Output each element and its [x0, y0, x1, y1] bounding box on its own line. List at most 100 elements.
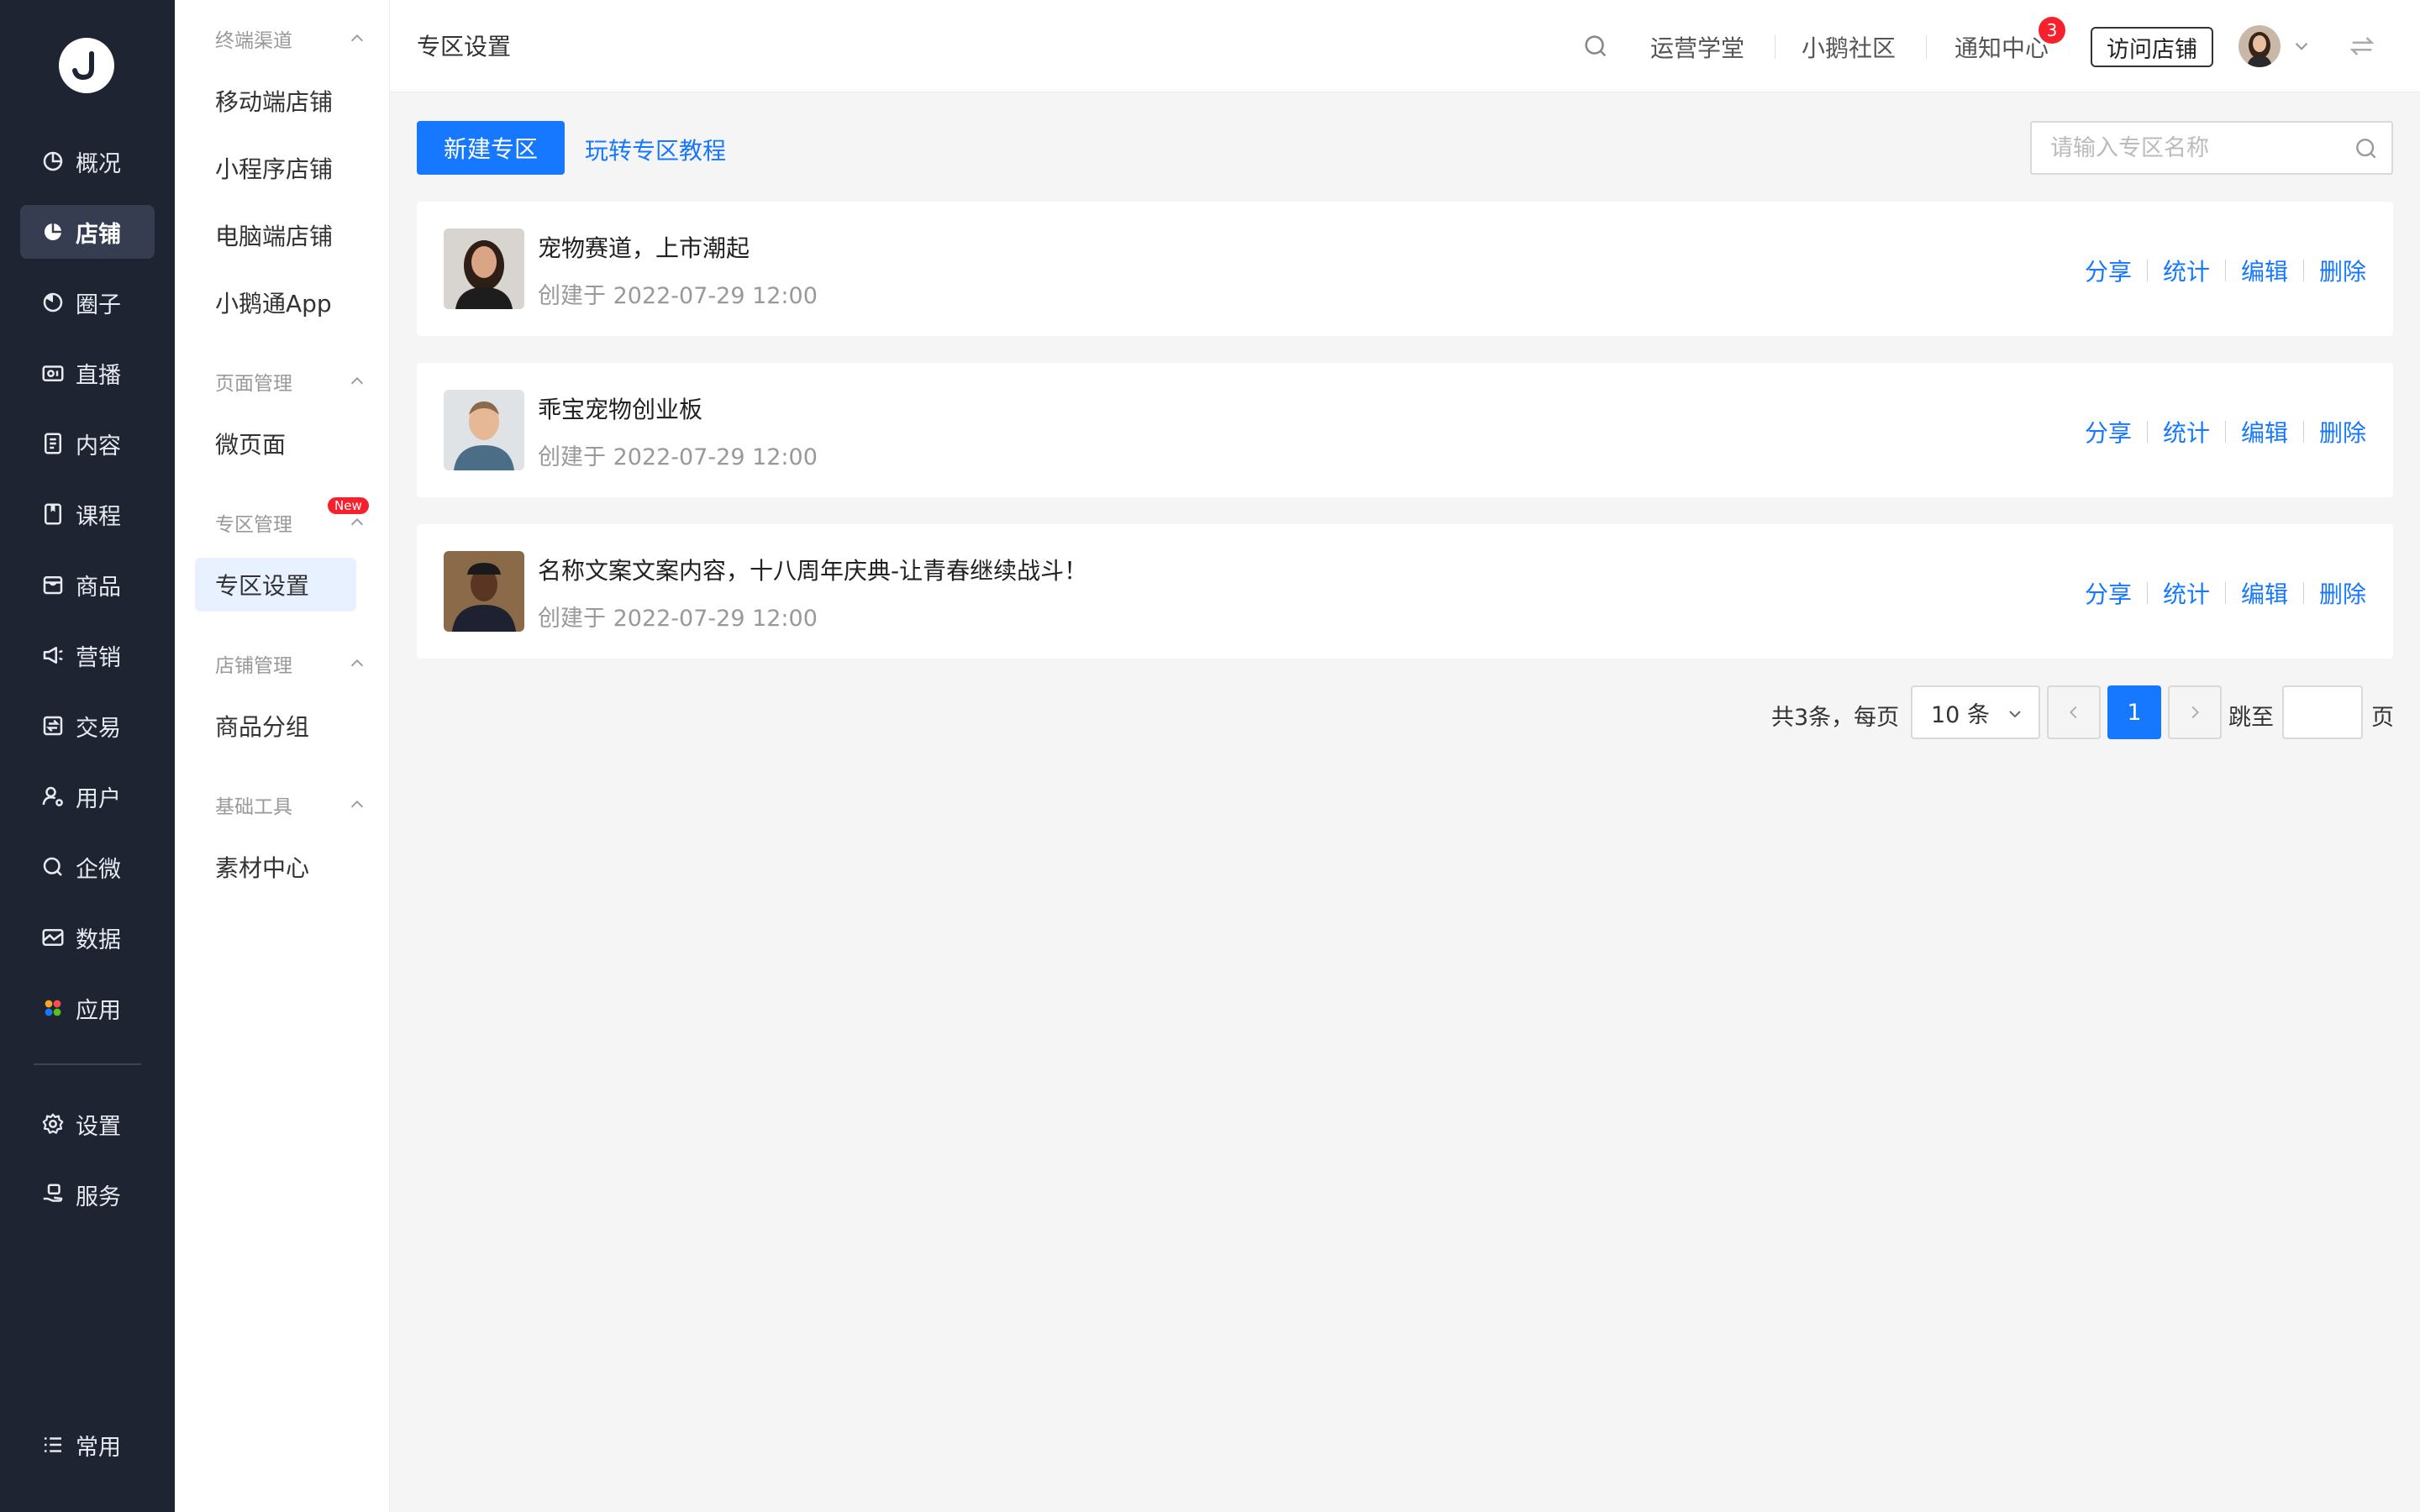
- stats-button[interactable]: 统计: [2163, 254, 2210, 287]
- rail-item-trade[interactable]: 交易: [20, 699, 155, 753]
- zone-tutorial-link[interactable]: 玩转专区教程: [585, 133, 726, 166]
- group-terminal-channels[interactable]: 终端渠道: [215, 22, 366, 55]
- zone-thumbnail-image: [444, 551, 524, 632]
- rail-item-live[interactable]: 直播: [20, 346, 155, 400]
- sub-item-mobile-store[interactable]: 移动端店铺: [195, 74, 356, 128]
- rail-item-label: 交易: [76, 715, 121, 742]
- zone-thumbnail: [444, 551, 524, 632]
- delete-button[interactable]: 删除: [2319, 254, 2366, 287]
- delete-button[interactable]: 删除: [2319, 576, 2366, 610]
- zone-actions: 分享 统计 编辑 删除: [2085, 254, 2366, 287]
- app-logo[interactable]: [59, 38, 114, 93]
- next-page-button[interactable]: [2168, 685, 2222, 739]
- notification-badge: 3: [2039, 17, 2065, 44]
- search-icon[interactable]: [2353, 135, 2380, 162]
- share-button[interactable]: 分享: [2085, 415, 2132, 449]
- rail-item-overview[interactable]: 概况: [20, 134, 155, 188]
- share-button[interactable]: 分享: [2085, 576, 2132, 610]
- search-icon[interactable]: [1581, 32, 1610, 60]
- jump-to-page-input[interactable]: [2282, 685, 2363, 739]
- ops-academy-link[interactable]: 运营学堂: [1650, 30, 1744, 64]
- rail-item-settings[interactable]: 设置: [20, 1097, 155, 1151]
- sub-item-pc-store[interactable]: 电脑端店铺: [195, 208, 356, 262]
- rail-item-label: 用户: [76, 785, 121, 812]
- group-zone-management[interactable]: 专区管理 New: [215, 497, 369, 539]
- sub-item-goods-group[interactable]: 商品分组: [195, 699, 356, 753]
- rail-divider: [34, 1063, 141, 1065]
- chevron-down-icon: [2009, 711, 2021, 718]
- pie-chart-icon: [40, 149, 66, 174]
- secondary-sidebar: 终端渠道 移动端店铺 小程序店铺 电脑端店铺 小鹅通App 页面管理 微页面 专…: [175, 0, 390, 1512]
- action-separator: [2224, 260, 2226, 281]
- stats-button[interactable]: 统计: [2163, 415, 2210, 449]
- share-button[interactable]: 分享: [2085, 254, 2132, 287]
- zone-card: 宠物赛道，上市潮起 创建于 2022-07-29 12:00 分享 统计 编辑 …: [417, 202, 2393, 336]
- rail-item-common[interactable]: 常用: [20, 1418, 155, 1472]
- zone-thumbnail: [444, 390, 524, 470]
- zone-actions: 分享 统计 编辑 删除: [2085, 576, 2366, 610]
- delete-button[interactable]: 删除: [2319, 415, 2366, 449]
- rail-item-store[interactable]: 店铺: [20, 205, 155, 259]
- rail-item-course[interactable]: 课程: [20, 487, 155, 541]
- page-number-current[interactable]: 1: [2107, 685, 2161, 739]
- sub-item-app[interactable]: 小鹅通App: [195, 276, 356, 329]
- rail-item-goods[interactable]: 商品: [20, 558, 155, 612]
- zone-search-box: [2030, 121, 2393, 175]
- rail-item-label: 营销: [76, 644, 121, 671]
- page-size-value: 10 条: [1931, 701, 1990, 728]
- zone-name: 名称文案文案内容，十八周年庆典-让青春继续战斗！: [538, 557, 1088, 585]
- rail-item-circle[interactable]: 圈子: [20, 276, 155, 329]
- zone-card: 乖宝宠物创业板 创建于 2022-07-29 12:00 分享 统计 编辑 删除: [417, 363, 2393, 497]
- zone-thumbnail: [444, 228, 524, 309]
- service-hand-icon: [40, 1182, 66, 1207]
- chevron-down-icon[interactable]: [2291, 35, 2312, 57]
- zone-created-time: 创建于 2022-07-29 12:00: [538, 283, 818, 309]
- pagination-total: 共3条，每页: [1771, 705, 1900, 731]
- zone-card: 名称文案文案内容，十八周年庆典-让青春继续战斗！ 创建于 2022-07-29 …: [417, 524, 2393, 659]
- rail-item-data[interactable]: 数据: [20, 911, 155, 964]
- action-separator: [2302, 582, 2304, 604]
- rail-item-users[interactable]: 用户: [20, 769, 155, 823]
- zone-created-time: 创建于 2022-07-29 12:00: [538, 606, 818, 632]
- rail-item-label: 内容: [76, 433, 121, 459]
- sub-item-zone-settings[interactable]: 专区设置: [195, 558, 356, 612]
- action-separator: [2146, 260, 2148, 281]
- zone-thumbnail-image: [444, 228, 524, 309]
- exchange-icon: [40, 713, 66, 738]
- sub-item-miniprogram-store[interactable]: 小程序店铺: [195, 141, 356, 195]
- document-icon: [40, 431, 66, 456]
- action-separator: [2224, 582, 2226, 604]
- sub-item-material-center[interactable]: 素材中心: [195, 840, 356, 894]
- group-page-management[interactable]: 页面管理: [215, 365, 366, 398]
- notification-center-link[interactable]: 通知中心: [1954, 30, 2049, 64]
- visit-store-button[interactable]: 访问店铺: [2091, 27, 2213, 67]
- new-zone-button[interactable]: 新建专区: [417, 121, 565, 175]
- action-separator: [2302, 260, 2304, 281]
- zone-search-input[interactable]: [2032, 123, 2334, 173]
- edit-button[interactable]: 编辑: [2241, 415, 2288, 449]
- rail-item-wecom[interactable]: 企微: [20, 840, 155, 894]
- zone-actions: 分享 统计 编辑 删除: [2085, 415, 2366, 449]
- rail-item-service[interactable]: 服务: [20, 1168, 155, 1221]
- rail-item-label: 应用: [76, 997, 121, 1024]
- group-basic-tools[interactable]: 基础工具: [215, 788, 366, 822]
- page-title: 专区设置: [417, 33, 512, 60]
- stats-button[interactable]: 统计: [2163, 576, 2210, 610]
- edit-button[interactable]: 编辑: [2241, 576, 2288, 610]
- rail-item-apps[interactable]: 应用: [20, 981, 155, 1035]
- page-size-select[interactable]: 10 条: [1911, 685, 2040, 739]
- prev-page-button[interactable]: [2047, 685, 2101, 739]
- group-store-management[interactable]: 店铺管理: [215, 647, 366, 680]
- rail-item-content[interactable]: 内容: [20, 417, 155, 470]
- rail-item-marketing[interactable]: 营销: [20, 628, 155, 682]
- community-link[interactable]: 小鹅社区: [1802, 30, 1896, 64]
- rail-item-label: 服务: [76, 1184, 121, 1210]
- rail-item-label: 概况: [76, 150, 121, 177]
- rail-item-label: 企微: [76, 856, 121, 883]
- user-avatar[interactable]: [2238, 25, 2281, 67]
- sub-item-micro-page[interactable]: 微页面: [195, 417, 356, 470]
- edit-button[interactable]: 编辑: [2241, 254, 2288, 287]
- action-separator: [2146, 582, 2148, 604]
- swap-icon[interactable]: [2348, 32, 2376, 60]
- zone-name: 乖宝宠物创业板: [538, 396, 703, 423]
